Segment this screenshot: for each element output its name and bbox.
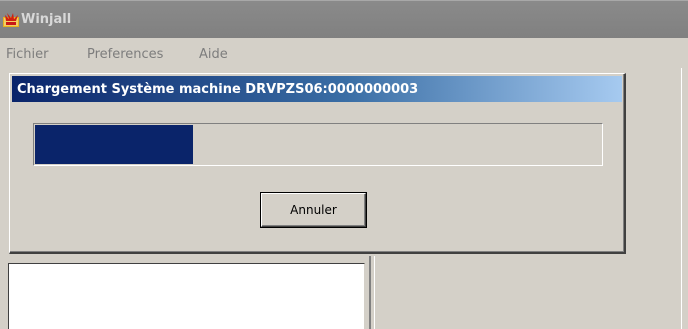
main-window-title: Winjall (21, 12, 72, 27)
window-edge (681, 68, 682, 329)
menu-preferences[interactable]: Preferences (87, 47, 163, 62)
screen: Winjall Fichier Preferences Aide Chargem… (0, 0, 688, 329)
menu-bar: Fichier Preferences Aide (0, 38, 688, 68)
dialog-title: Chargement Système machine DRVPZS06:0000… (17, 82, 419, 97)
cancel-button[interactable]: Annuler (261, 193, 366, 227)
main-window-titlebar[interactable]: Winjall (0, 0, 688, 38)
pane-splitter[interactable] (369, 256, 375, 329)
progress-fill (35, 125, 193, 164)
winjall-app-icon (3, 13, 19, 27)
loading-dialog: Chargement Système machine DRVPZS06:0000… (9, 73, 626, 254)
dialog-titlebar[interactable]: Chargement Système machine DRVPZS06:0000… (12, 76, 622, 102)
menu-aide[interactable]: Aide (199, 47, 228, 62)
progress-bar (33, 123, 603, 166)
menu-fichier[interactable]: Fichier (6, 47, 49, 62)
tree-pane[interactable] (8, 263, 365, 329)
